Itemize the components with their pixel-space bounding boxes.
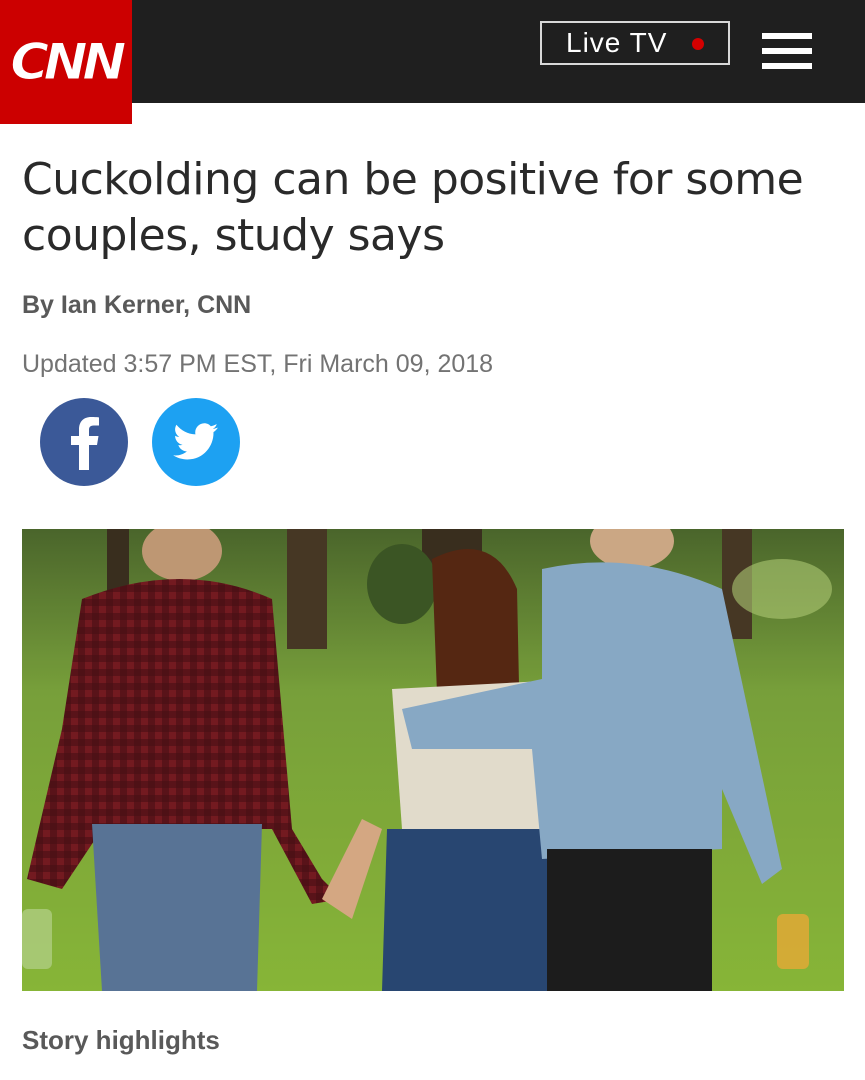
article-headline: Cuckolding can be positive for some coup…	[22, 152, 842, 264]
live-indicator-icon	[692, 38, 704, 50]
hamburger-menu-button[interactable]	[762, 33, 814, 69]
twitter-icon	[173, 423, 219, 460]
updated-timestamp: Updated 3:57 PM EST, Fri March 09, 2018	[22, 350, 494, 378]
menu-line-icon	[762, 63, 812, 69]
cnn-logo-text: CNN	[10, 33, 127, 92]
cnn-logo[interactable]: CNN	[0, 0, 132, 124]
byline-prefix: By	[22, 291, 61, 319]
hero-image	[22, 529, 844, 991]
live-tv-button[interactable]: Live TV	[540, 21, 730, 65]
headline-line-1: Cuckolding can be positive for some	[22, 154, 804, 205]
live-tv-label: Live TV	[566, 27, 668, 58]
twitter-share-button[interactable]	[152, 398, 240, 486]
headline-line-2: couples, study says	[22, 210, 445, 261]
story-highlights-heading: Story highlights	[22, 1025, 220, 1055]
byline: By Ian Kerner, CNN	[22, 291, 251, 320]
menu-line-icon	[762, 33, 812, 39]
author-link[interactable]: Ian Kerner, CNN	[61, 291, 251, 319]
menu-line-icon	[762, 48, 812, 54]
facebook-share-button[interactable]	[40, 398, 128, 486]
facebook-icon	[71, 417, 99, 470]
